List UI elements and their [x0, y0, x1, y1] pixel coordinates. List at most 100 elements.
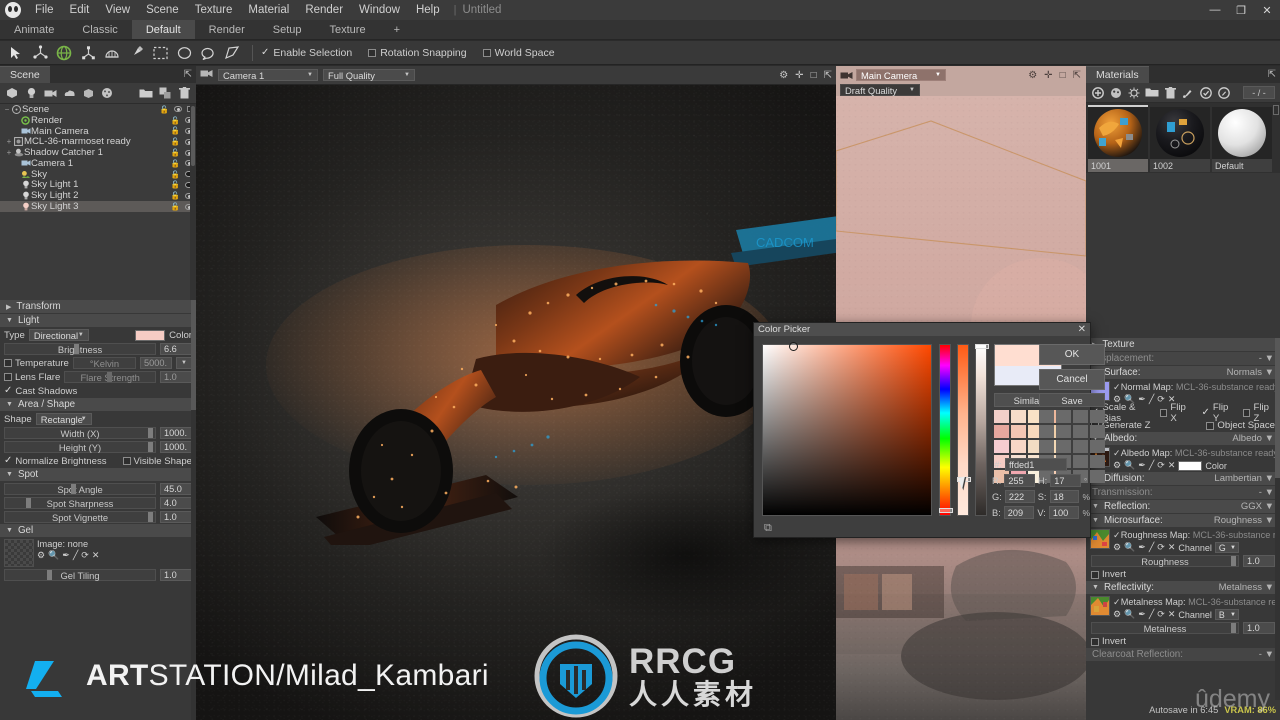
section-displacement[interactable]: Displacement: - ▼: [1086, 352, 1280, 365]
lens-flare-checkbox[interactable]: Lens Flare: [4, 372, 60, 383]
reload-icon[interactable]: ⟳: [1157, 609, 1165, 620]
section-transform[interactable]: ▶ Transform: [0, 300, 196, 313]
saved-swatch[interactable]: [1073, 440, 1088, 453]
add-material-icon[interactable]: [98, 84, 116, 102]
gear-icon[interactable]: ⚙: [1113, 609, 1121, 620]
search-icon[interactable]: 🔍: [48, 550, 59, 561]
saved-swatch[interactable]: [1039, 410, 1054, 423]
check-icon[interactable]: ✓: [1113, 597, 1121, 607]
similar-swatch[interactable]: [994, 425, 1009, 438]
slider-knob[interactable]: [47, 570, 52, 580]
alpha-strip[interactable]: [975, 344, 989, 516]
move-icon[interactable]: ✛: [795, 70, 803, 81]
menu-view[interactable]: View: [97, 0, 138, 20]
poly-select-icon[interactable]: [220, 42, 244, 64]
search-icon[interactable]: 🔍: [1124, 609, 1135, 620]
move-icon[interactable]: ✛: [1044, 70, 1052, 81]
spot-angle-slider[interactable]: Spot Angle: [4, 483, 156, 495]
quality-dropdown[interactable]: Draft Quality ▼: [840, 84, 920, 96]
move-axis-icon[interactable]: [28, 42, 52, 64]
microsurface-mode-dropdown[interactable]: Roughness ▼: [1214, 515, 1274, 526]
preview-icon[interactable]: [1215, 84, 1233, 102]
ok-button[interactable]: OK: [1039, 344, 1105, 365]
cast-shadows-checkbox[interactable]: ✓ Cast Shadows: [4, 386, 77, 397]
saved-swatch[interactable]: [1073, 410, 1088, 423]
spot-vignette-value[interactable]: 1.0: [160, 511, 192, 523]
saved-swatch[interactable]: [1090, 455, 1105, 468]
menu-window[interactable]: Window: [351, 0, 408, 20]
close-button[interactable]: ✕: [1254, 0, 1280, 20]
add-material-icon[interactable]: [1089, 84, 1107, 102]
tree-item-render[interactable]: Render 🔓: [0, 115, 196, 126]
saved-swatch[interactable]: [1090, 440, 1105, 453]
v-input[interactable]: 100: [1048, 506, 1080, 519]
material-props-scrollbar[interactable]: [1275, 338, 1280, 720]
camera-select-dropdown[interactable]: Camera 1 ▼: [218, 69, 318, 81]
paint-icon[interactable]: [124, 42, 148, 64]
maximize-icon[interactable]: □: [1060, 70, 1066, 81]
maximize-button[interactable]: ❐: [1228, 0, 1254, 20]
saved-swatch[interactable]: [1039, 425, 1054, 438]
slider-knob[interactable]: [1231, 623, 1236, 633]
width-value[interactable]: 1000.: [160, 427, 192, 439]
light-color-swatch[interactable]: [135, 329, 166, 341]
material-item-1002[interactable]: 1002: [1150, 105, 1210, 173]
roughness-slider[interactable]: Roughness: [1091, 555, 1239, 567]
tree-scroll-thumb[interactable]: [191, 106, 195, 166]
eyedropper-icon[interactable]: [1179, 84, 1197, 102]
menu-edit[interactable]: Edit: [62, 0, 98, 20]
tree-item-sky-light-2[interactable]: Sky Light 2 🔓: [0, 190, 196, 201]
flip-x-checkbox[interactable]: Flip X: [1160, 402, 1192, 424]
saved-swatch[interactable]: [1090, 470, 1105, 483]
gear-icon[interactable]: ⚙: [37, 550, 45, 561]
section-surface[interactable]: ▼ Surface: Normals ▼: [1086, 366, 1280, 379]
metalness-value[interactable]: 1.0: [1243, 622, 1275, 634]
quality-dropdown[interactable]: Full Quality ▼: [323, 69, 415, 81]
width-slider[interactable]: Width (X): [4, 427, 156, 439]
rotation-snapping-checkbox[interactable]: Rotation Snapping: [368, 47, 467, 59]
similar-swatch[interactable]: [994, 440, 1009, 453]
twisty-icon[interactable]: +: [5, 137, 13, 146]
section-transmission[interactable]: Transmission: - ▼: [1086, 486, 1280, 499]
lock-icon[interactable]: 🔓: [171, 148, 180, 157]
add-camera-icon[interactable]: [41, 84, 59, 102]
metalness-channel-dropdown[interactable]: B ▼: [1214, 609, 1239, 620]
popout-icon[interactable]: ⇱: [184, 69, 192, 80]
section-spot[interactable]: ▼ Spot: [0, 468, 196, 481]
eyedropper-icon[interactable]: ✒: [1138, 460, 1146, 471]
remove-icon[interactable]: ✕: [1168, 542, 1176, 553]
similar-swatch[interactable]: [1011, 425, 1026, 438]
tree-item-sky[interactable]: Sky 🔓: [0, 169, 196, 180]
section-texture[interactable]: ▶ Texture: [1086, 338, 1280, 351]
section-gel[interactable]: ▼ Gel: [0, 524, 196, 537]
check-icon[interactable]: ✓: [1113, 448, 1121, 458]
gear-icon[interactable]: ⚙: [1028, 70, 1037, 81]
tab-texture[interactable]: Texture: [316, 20, 380, 39]
tab-default[interactable]: Default: [131, 20, 195, 39]
delete-icon[interactable]: [1161, 84, 1179, 102]
slider-knob[interactable]: [148, 442, 153, 452]
remove-icon[interactable]: ✕: [92, 550, 100, 561]
check-icon[interactable]: ✓: [1113, 530, 1121, 540]
tree-item-main-camera[interactable]: Main Camera 🔓: [0, 126, 196, 137]
check-icon[interactable]: ✓: [1113, 382, 1121, 392]
displacement-value[interactable]: - ▼: [1259, 353, 1274, 364]
normalize-brightness-checkbox[interactable]: ✓ Normalize Brightness: [4, 456, 107, 467]
tab-animate[interactable]: Animate: [0, 20, 68, 39]
color-picker-dialog[interactable]: Color Picker ✕ OK Cancel Similar Save #:…: [753, 322, 1105, 538]
search-icon[interactable]: 🔍: [1124, 460, 1135, 471]
add-object-icon[interactable]: [79, 84, 97, 102]
saved-swatch[interactable]: [1056, 425, 1071, 438]
section-light[interactable]: ▼ Light: [0, 314, 196, 327]
popout-icon[interactable]: ⇱: [1268, 69, 1276, 80]
lock-icon[interactable]: 🔓: [171, 202, 180, 211]
minimize-button[interactable]: —: [1202, 0, 1228, 20]
slider-knob[interactable]: [1231, 556, 1236, 566]
eyedropper-icon[interactable]: ✒: [1138, 542, 1146, 553]
albedo-color-swatch[interactable]: [1178, 460, 1203, 471]
roughness-channel-dropdown[interactable]: G ▼: [1214, 542, 1239, 553]
menu-texture[interactable]: Texture: [187, 0, 241, 20]
metalness-map-thumbnail[interactable]: [1090, 596, 1110, 616]
h-input[interactable]: 17: [1050, 474, 1081, 487]
tree-item-sky-light-1[interactable]: Sky Light 1 🔓: [0, 179, 196, 190]
